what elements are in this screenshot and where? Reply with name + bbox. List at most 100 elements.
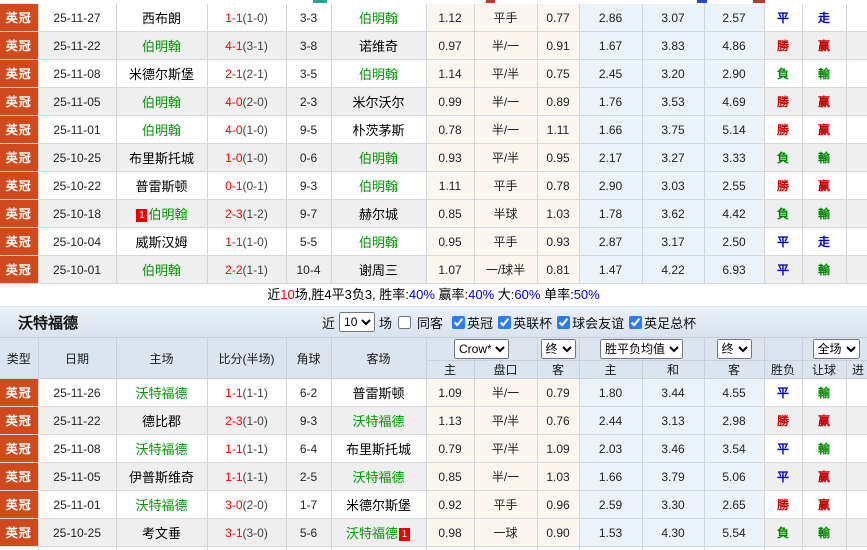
clipped-cell [642,546,705,550]
handicap-result-cell: 輸 [802,518,847,547]
league-badge: 英冠 [5,207,32,221]
away-team-cell: 沃特福德 [331,462,427,491]
half-time-score: (1-0) [242,234,268,249]
league-badge: 英冠 [5,11,32,25]
asia-home-odds-cell: 0.85 [426,199,475,228]
handicap-result-cell: 輸 [802,434,847,463]
league-cell: 英冠 [0,87,39,116]
odds-type-select[interactable]: 胜平负均值 [600,339,683,359]
date-cell: 25-11-08 [38,59,117,88]
euro-final-select[interactable]: 终 [716,339,752,359]
euro-draw-odds-cell: 3.03 [642,171,705,200]
score-cell: 0-1(0-1) [207,171,287,200]
sub-result-header: 胜负 [764,360,803,379]
league-filter[interactable]: 英联杯 [496,313,552,332]
league-filter-checkbox[interactable] [629,315,643,329]
same-away-checkbox[interactable] [398,315,412,329]
handicap-result-cell: 輸 [802,143,847,172]
overflow-cell [846,227,867,256]
handicap-result-flag: 輸 [817,386,830,400]
handicap-cell: 平手 [474,490,538,519]
score-cell: 1-0(1-0) [207,143,287,172]
match-row: 英冠 25-11-08 沃特福德 1-1(1-1) 6-4 布里斯托城 0.79 平/半 1.0… [0,434,867,463]
corner-cell: 3-3 [286,4,332,32]
asia-home-odds-cell: 1.13 [426,406,475,435]
handicap-result-flag: 輸 [817,442,830,456]
score-cell: 2-3(1-0) [207,406,287,435]
home-team-cell: 沃特福德 [116,378,208,407]
date-cell: 25-11-08 [38,434,117,463]
handicap-cell: 半/一 [474,87,538,116]
sub-asia-home-header: 主 [426,360,475,379]
recent-games-select[interactable]: 10 [339,312,376,332]
team-name: 伯明翰 [358,235,398,250]
asia-final-select[interactable]: 终 [540,339,576,359]
handicap-result-flag: 走 [817,11,830,25]
handicap-result-flag: 赢 [817,95,830,109]
league-badge: 英冠 [5,526,32,540]
overflow-cell [846,31,867,60]
overflow-cell [846,490,867,519]
overflow-cell [846,59,867,88]
team-name: 谢周三 [358,263,398,278]
league-badge: 英冠 [5,39,32,53]
league-badge: 英冠 [5,151,32,165]
league-badge: 英冠 [5,235,32,249]
date-cell: 25-11-05 [38,462,117,491]
team-name: 普雷斯顿 [352,386,405,401]
corner-cell: 2-3 [286,87,332,116]
match-row: 英冠 25-10-01 伯明翰 2-2(1-1) 10-4 谢周三 1.07 一/球半 0.81… [0,255,867,284]
clipped-cell [207,546,287,550]
handicap-result-flag: 赢 [817,414,830,428]
league-filter-label: 英足总杯 [644,315,697,331]
watford-section-header: 沃特福德 近 10 场 同客 英冠 英联杯 球会友谊 英足总杯 [0,307,867,338]
handicap-result-cell: 輸 [802,199,847,228]
asia-home-odds-cell: 0.95 [426,227,475,256]
overflow-cell [846,378,867,407]
asia-away-odds-cell: 0.75 [537,59,580,88]
clipped-cell [474,546,538,550]
win-lose-flag: 勝 [776,498,789,512]
league-filter[interactable]: 英足总杯 [627,313,696,332]
date-cell: 25-10-01 [38,255,117,284]
handicap-cell: 平/半 [474,59,538,88]
league-badge: 英冠 [5,414,32,428]
team-name: 沃特福德 [352,470,405,485]
team-name: 伯明翰 [358,179,398,194]
cutoff-row-remnants [0,0,867,4]
scope-select[interactable]: 全场 [812,339,860,359]
league-filter[interactable]: 英冠 [450,313,493,332]
full-time-score: 3-1 [225,525,243,540]
league-filter-checkbox[interactable] [452,315,466,329]
euro-home-odds-cell: 2.17 [579,143,643,172]
euro-away-odds-cell: 2.65 [704,490,765,519]
away-team-cell: 米尔沃尔 [331,87,427,116]
league-cell: 英冠 [0,518,39,547]
team-name: 沃特福德 [135,498,188,513]
away-team-cell: 谢周三 [331,255,427,284]
handicap-result-cell: 赢 [802,406,847,435]
team-name: 德比郡 [141,414,181,429]
clipped-cell [764,546,803,550]
league-filter-checkbox[interactable] [557,315,571,329]
euro-draw-odds-cell: 3.53 [642,87,705,116]
watford-matches-table: 类型 日期 主场 比分(半场) 角球 客场 Crow* 终 胜平负均值 终 全场… [0,338,867,550]
euro-draw-odds-cell: 4.22 [642,255,705,284]
handicap-result-cell: 輸 [802,255,847,284]
asia-home-odds-cell: 1.14 [426,59,475,88]
score-cell: 1-1(1-1) [207,434,287,463]
league-cell: 英冠 [0,4,39,32]
corner-cell: 3-5 [286,59,332,88]
full-time-score: 1-1 [225,469,243,484]
col-date-header: 日期 [38,338,117,379]
overflow-cell [846,462,867,491]
league-filter[interactable]: 球会友谊 [555,313,624,332]
league-filter-checkbox[interactable] [498,315,512,329]
half-time-score: (1-2) [242,206,268,221]
match-row: 英冠 25-11-05 伯明翰 4-0(2-0) 2-3 米尔沃尔 0.99 半/一 0.89 1… [0,87,867,116]
win-lose-flag: 負 [776,526,789,540]
score-cell: 2-3(1-2) [207,199,287,228]
euro-away-odds-cell: 5.14 [704,115,765,144]
asia-away-odds-cell: 0.76 [537,406,580,435]
bookmaker-select[interactable]: Crow* [454,339,509,359]
